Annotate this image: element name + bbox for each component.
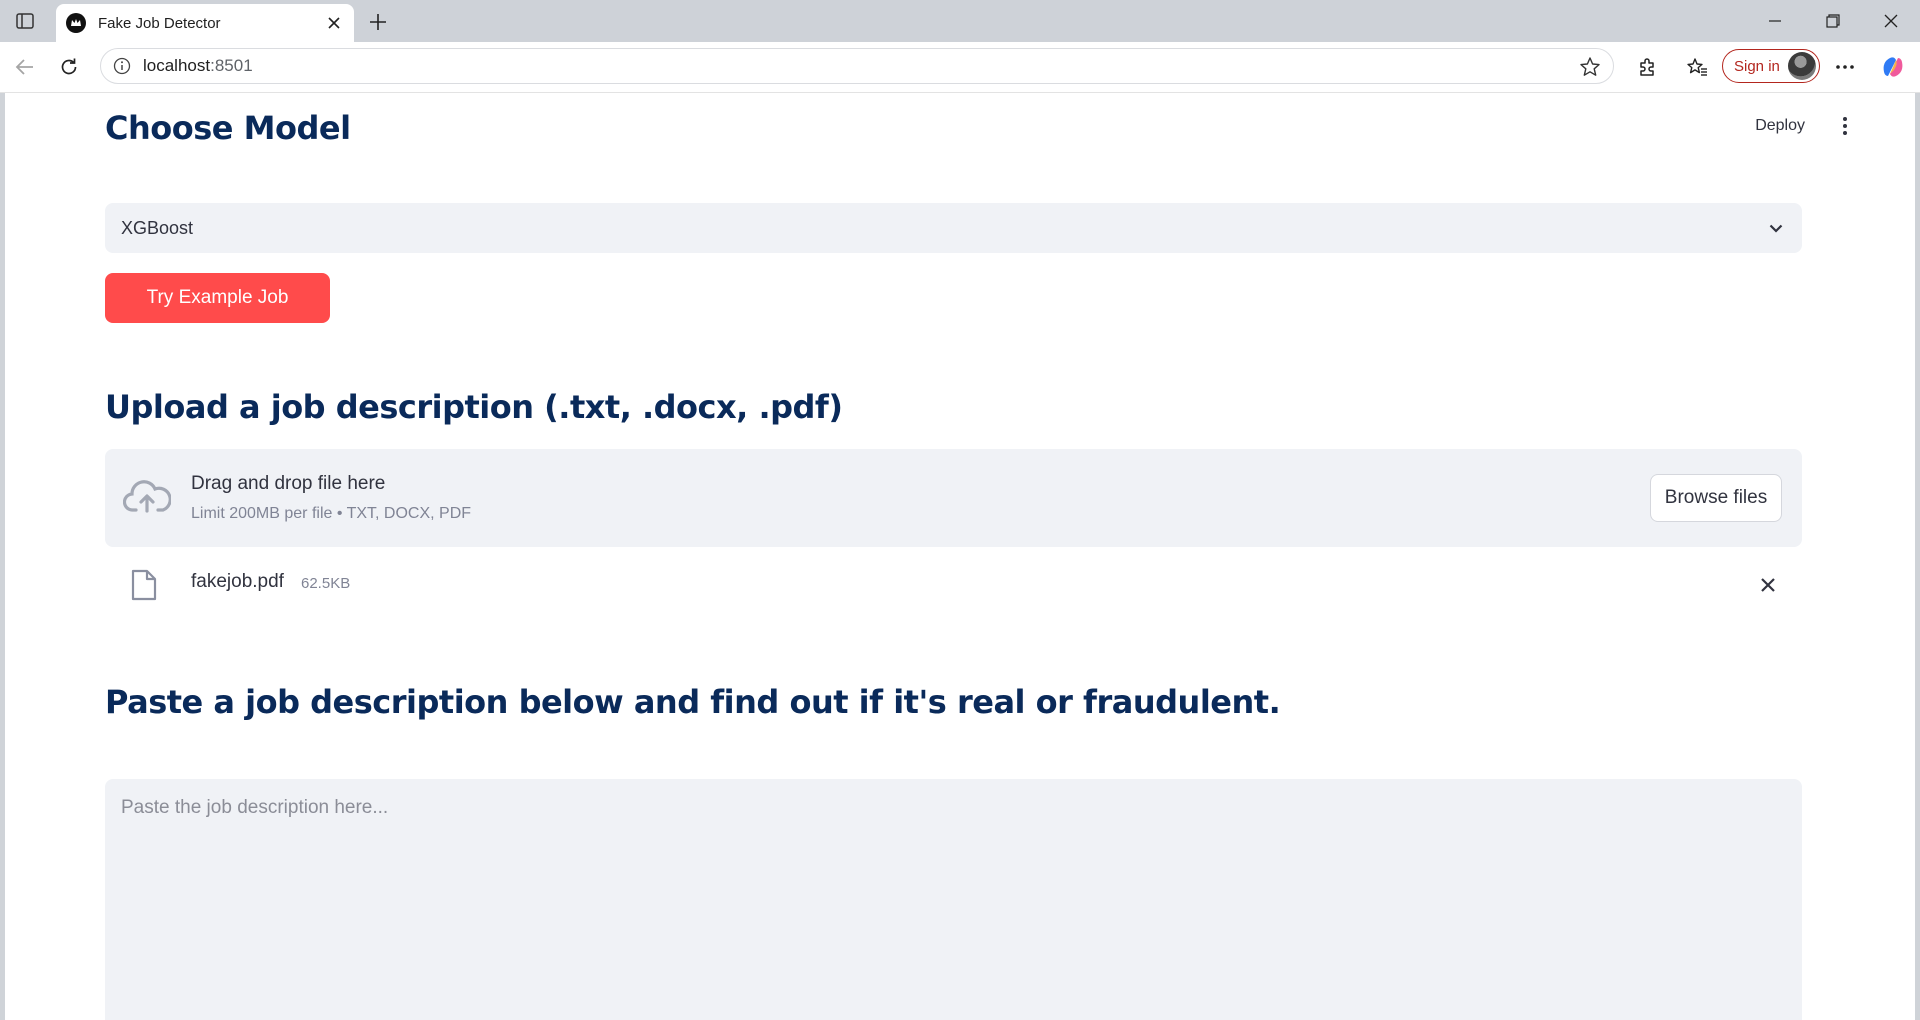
remove-file-icon[interactable] bbox=[1754, 571, 1782, 599]
copilot-icon[interactable] bbox=[1878, 52, 1908, 82]
browser-toolbar: localhost:8501 Sign in bbox=[0, 42, 1920, 93]
restore-icon[interactable] bbox=[1810, 6, 1856, 36]
close-window-icon[interactable] bbox=[1868, 6, 1914, 36]
favorites-icon[interactable] bbox=[1682, 52, 1712, 82]
browser-tab-active[interactable]: Fake Job Detector bbox=[56, 4, 354, 42]
model-select-value: XGBoost bbox=[121, 217, 194, 238]
minimize-icon[interactable] bbox=[1752, 6, 1798, 36]
sign-in-label: Sign in bbox=[1734, 57, 1780, 75]
url-port: :8501 bbox=[210, 56, 253, 75]
dropzone-hint: Limit 200MB per file • TXT, DOCX, PDF bbox=[191, 505, 472, 522]
uploaded-file-name: fakejob.pdf bbox=[191, 571, 284, 592]
new-tab-icon[interactable] bbox=[364, 8, 392, 36]
page-viewport: Deploy Choose Model XGBoost Try Example … bbox=[5, 93, 1915, 1020]
paste-heading: Paste a job description below and find o… bbox=[105, 683, 1281, 721]
job-description-textarea[interactable] bbox=[105, 779, 1802, 1020]
choose-model-heading: Choose Model bbox=[105, 109, 351, 147]
dropzone-title: Drag and drop file here bbox=[191, 473, 386, 494]
sign-in-button[interactable]: Sign in bbox=[1722, 49, 1820, 83]
address-bar[interactable]: localhost:8501 bbox=[100, 48, 1614, 84]
tab-close-icon[interactable] bbox=[322, 11, 346, 35]
back-icon[interactable] bbox=[10, 52, 40, 82]
more-menu-icon[interactable] bbox=[1830, 52, 1860, 82]
deploy-button[interactable]: Deploy bbox=[1755, 117, 1805, 135]
uploaded-file-row: fakejob.pdf 62.5KB bbox=[105, 563, 1802, 613]
url-text: localhost:8501 bbox=[143, 56, 253, 76]
url-host: localhost bbox=[143, 56, 211, 75]
upload-heading: Upload a job description (.txt, .docx, .… bbox=[105, 388, 843, 426]
app-menu-icon[interactable] bbox=[1833, 113, 1857, 139]
file-icon bbox=[131, 569, 157, 601]
extensions-icon[interactable] bbox=[1632, 52, 1662, 82]
streamlit-favicon-icon bbox=[66, 13, 86, 33]
site-info-icon[interactable] bbox=[111, 55, 133, 77]
model-select[interactable]: XGBoost bbox=[105, 203, 1802, 253]
favorite-star-icon[interactable] bbox=[1579, 56, 1601, 78]
cloud-upload-icon bbox=[122, 477, 172, 517]
chevron-down-icon bbox=[1764, 216, 1788, 240]
tab-title: Fake Job Detector bbox=[98, 14, 221, 32]
tab-actions-icon[interactable] bbox=[12, 9, 38, 33]
reload-icon[interactable] bbox=[54, 52, 84, 82]
uploaded-file-size: 62.5KB bbox=[301, 575, 351, 592]
try-example-job-button[interactable]: Try Example Job bbox=[105, 273, 330, 323]
browser-tab-strip: Fake Job Detector bbox=[0, 0, 1920, 42]
file-dropzone[interactable]: Drag and drop file here Limit 200MB per … bbox=[105, 449, 1802, 547]
browse-files-button[interactable]: Browse files bbox=[1650, 474, 1782, 522]
profile-avatar bbox=[1788, 52, 1816, 80]
